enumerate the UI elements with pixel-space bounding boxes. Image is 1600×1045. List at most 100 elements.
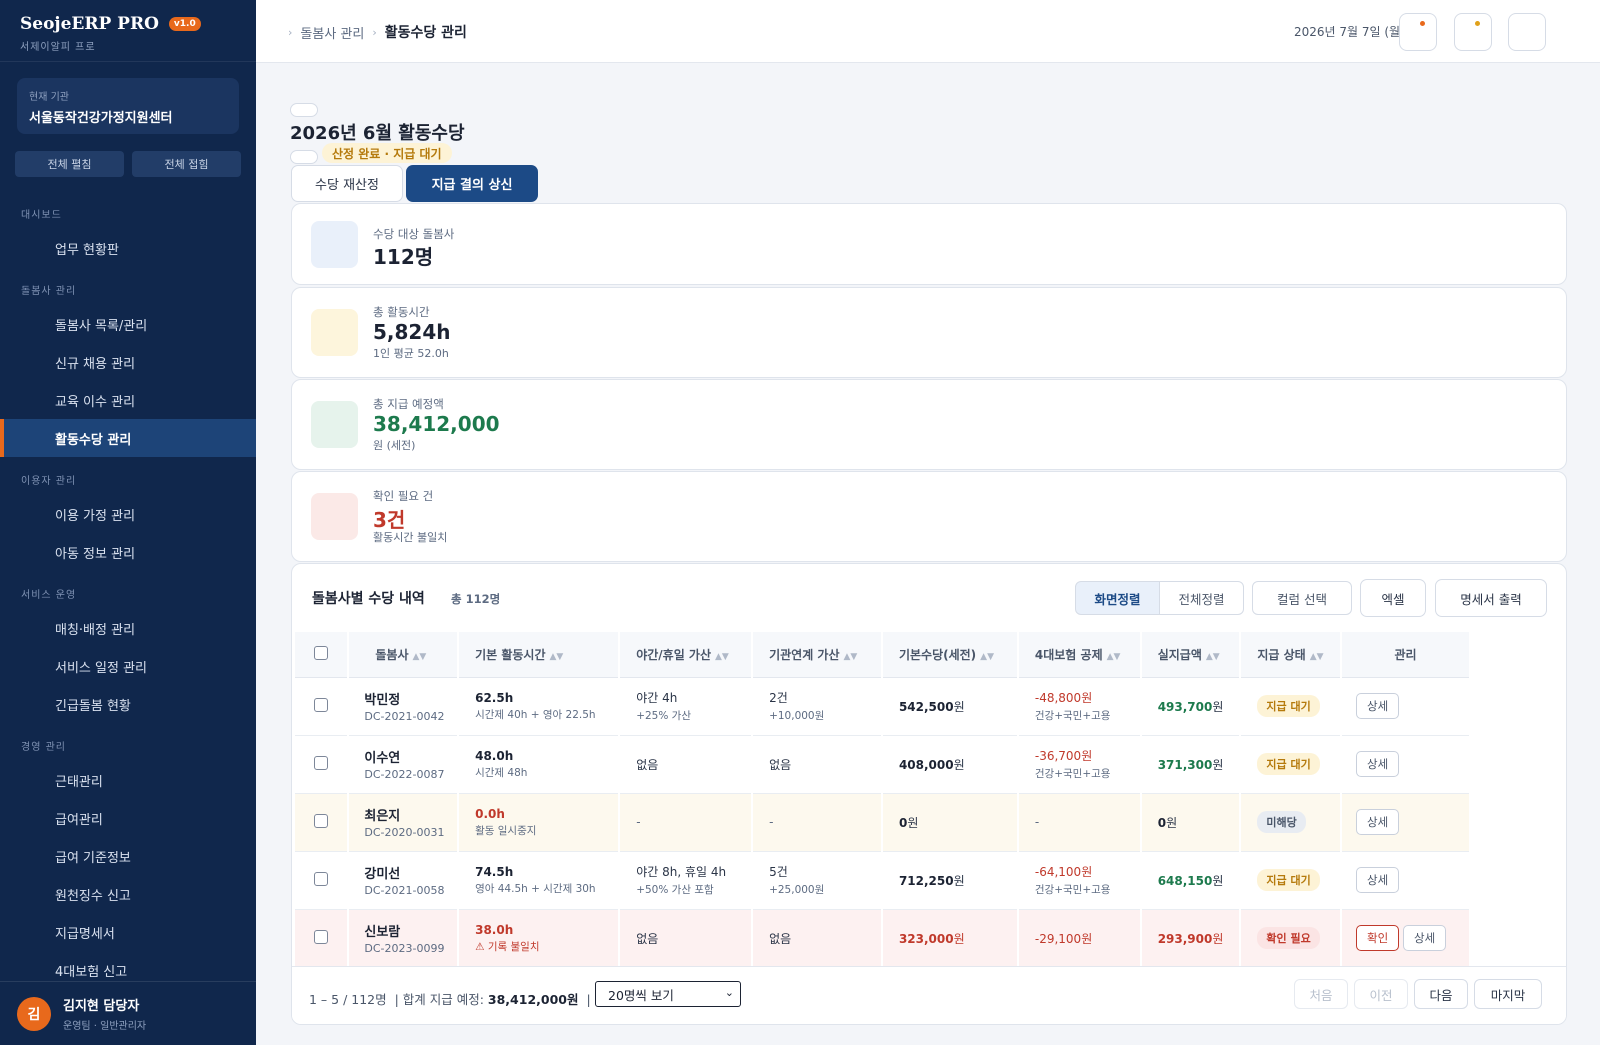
sidebar-item-training[interactable]: 교육 이수 관리 xyxy=(0,381,256,419)
row-checkbox[interactable] xyxy=(295,851,350,910)
stat-value: 112명 xyxy=(373,245,434,269)
caregiver-code: DC-2020-0031 xyxy=(364,826,445,839)
first-page-button[interactable]: 처음 xyxy=(1294,979,1348,1009)
detail-button[interactable]: 상세 xyxy=(1356,693,1400,719)
row-checkbox[interactable] xyxy=(295,909,350,968)
hours-value: 38.0h xyxy=(475,922,514,937)
row-checkbox[interactable] xyxy=(295,677,350,736)
stat-label: 총 지급 예정액 xyxy=(373,397,444,411)
sidebar-item-allowance[interactable]: 활동수당 관리 xyxy=(0,419,256,457)
chevron-down-icon: ⌄ xyxy=(724,986,734,999)
select-all-checkbox[interactable] xyxy=(295,632,350,678)
collapse-all-button[interactable]: 전체 접힘 xyxy=(132,151,241,177)
clock-icon xyxy=(311,309,358,356)
column-header[interactable]: 지급 상태 ▲▼ xyxy=(1240,632,1343,678)
nav-group-title: 대시보드 xyxy=(21,210,62,221)
caregiver-name: 강미선 xyxy=(364,867,401,882)
row-checkbox[interactable] xyxy=(295,735,350,794)
user-name: 김지현 담당자 xyxy=(63,999,140,1014)
confirm-button[interactable]: 확인 xyxy=(1356,925,1400,951)
message-icon[interactable] xyxy=(1454,13,1492,51)
sidebar: SeojeERP PRO v1.0 서제이알피 프로 현재 기관 서울동작건강가… xyxy=(0,0,256,1045)
net-pay: 0 xyxy=(1157,815,1167,830)
sidebar-item-emergency[interactable]: 긴급돌봄 현황 xyxy=(0,685,256,723)
next-page-button[interactable]: 다음 xyxy=(1414,979,1468,1009)
column-header[interactable]: 야간/휴일 가산 ▲▼ xyxy=(619,632,754,678)
recalculate-button[interactable]: 수당 재산정 xyxy=(291,165,403,202)
sort-all-button[interactable]: 전체정렬 xyxy=(1159,581,1244,615)
sort-icon: ▲▼ xyxy=(1205,651,1220,662)
sidebar-item-children[interactable]: 아동 정보 관리 xyxy=(0,533,256,571)
status-badge: 지급 대기 xyxy=(1257,869,1320,891)
sidebar-item-caregiver-list[interactable]: 돌봄사 목록/관리 xyxy=(0,305,256,343)
currency-unit: 원 xyxy=(1212,873,1224,888)
hours-value: 62.5h xyxy=(475,690,514,705)
table-row[interactable]: 신보람 DC-2023-0099 38.0h ⚠ 기록 불일치 없음 없음 323,… xyxy=(295,909,1471,968)
net-pay: 493,700 xyxy=(1157,699,1213,714)
stat-value: 38,412,000 xyxy=(373,412,500,436)
net-pay: 371,300 xyxy=(1157,757,1213,772)
detail-button[interactable]: 상세 xyxy=(1356,751,1400,777)
sidebar-item-schedule[interactable]: 서비스 일정 관리 xyxy=(0,647,256,685)
sidebar-item-recruitment[interactable]: 신규 채용 관리 xyxy=(0,343,256,381)
status-badge: 확인 필요 xyxy=(1257,927,1320,949)
currency-unit: 원 xyxy=(953,757,965,772)
column-header[interactable]: 돌봄사 ▲▼ xyxy=(348,632,460,678)
insurance-detail: 건강+국민+고용 xyxy=(1034,710,1111,722)
divider: | xyxy=(586,992,591,1007)
chevron-right-icon: › xyxy=(372,25,377,39)
toggle-pill[interactable] xyxy=(290,103,318,117)
breadcrumb-parent[interactable]: 돌봄사 관리 xyxy=(300,23,364,42)
table-row[interactable]: 박민정 DC-2021-0042 62.5h 시간제 40h + 영아 22.5h … xyxy=(295,677,1471,736)
currency-unit: 원 xyxy=(1212,757,1224,772)
column-header[interactable]: 기관연계 가산 ▲▼ xyxy=(752,632,883,678)
prev-page-button[interactable]: 이전 xyxy=(1354,979,1408,1009)
sidebar-item-payment-statement[interactable]: 지급명세서 xyxy=(0,913,256,951)
detail-button[interactable]: 상세 xyxy=(1403,925,1447,951)
sidebar-item-families[interactable]: 이용 가정 관리 xyxy=(0,495,256,533)
toggle-pill[interactable] xyxy=(290,150,318,164)
allowance-table-card: 돌봄사별 수당 내역 총 112명 화면정렬 전체정렬 컬럼 선택 엑셀 명세서… xyxy=(291,563,1567,1025)
link-bonus: - xyxy=(769,815,774,829)
org-selector[interactable]: 현재 기관 서울동작건강가정지원센터 xyxy=(17,78,239,134)
stat-sub: 1인 평균 52.0h xyxy=(373,347,449,360)
notification-icon[interactable] xyxy=(1399,13,1437,51)
stat-sub: 원 (세전) xyxy=(373,439,416,452)
table-row[interactable]: 강미선 DC-2021-0058 74.5h 영아 44.5h + 시간제 30h … xyxy=(295,851,1471,910)
last-page-button[interactable]: 마지막 xyxy=(1474,979,1542,1009)
row-checkbox[interactable] xyxy=(295,793,350,852)
hours-detail: 영아 44.5h + 시간제 30h xyxy=(475,882,596,895)
table-row[interactable]: 최은지 DC-2020-0031 0.0h 활동 일시중지 - - 0원 - 0원 … xyxy=(295,793,1471,852)
sidebar-item-withholding[interactable]: 원천징수 신고 xyxy=(0,875,256,913)
column-header[interactable]: 4대보험 공제 ▲▼ xyxy=(1017,632,1142,678)
sort-screen-button[interactable]: 화면정렬 xyxy=(1075,581,1160,615)
submit-payment-button[interactable]: 지급 결의 상신 xyxy=(406,165,538,202)
stat-label: 수당 대상 돌봄사 xyxy=(373,227,455,241)
per-page-select[interactable]: 20명씩 보기 ⌄ xyxy=(595,981,741,1007)
caregiver-code: DC-2023-0099 xyxy=(364,942,445,955)
sidebar-item-attendance[interactable]: 근태관리 xyxy=(0,761,256,799)
expand-all-button[interactable]: 전체 펼침 xyxy=(15,151,124,177)
brand: SeojeERP PRO v1.0 서제이알피 프로 xyxy=(0,0,256,62)
nav-group-title: 서비스 운영 xyxy=(21,590,77,601)
user-profile[interactable]: 김 김지현 담당자 운영팀 · 일반관리자 xyxy=(0,981,256,1045)
detail-button[interactable]: 상세 xyxy=(1356,867,1400,893)
sidebar-item-matching[interactable]: 매칭·배정 관리 xyxy=(0,609,256,647)
print-statement-button[interactable]: 명세서 출력 xyxy=(1435,579,1547,617)
column-header[interactable]: 기본수당(세전) ▲▼ xyxy=(881,632,1019,678)
sidebar-item-payroll-standards[interactable]: 급여 기준정보 xyxy=(0,837,256,875)
table-row[interactable]: 이수연 DC-2022-0087 48.0h 시간제 48h 없음 없음 408,0… xyxy=(295,735,1471,794)
excel-button[interactable]: 엑셀 xyxy=(1360,579,1426,617)
insurance-deduction: -29,100원 xyxy=(1034,931,1093,946)
sort-icon: ▲▼ xyxy=(412,651,427,662)
sort-icon: ▲▼ xyxy=(1309,651,1324,662)
sidebar-item-payroll[interactable]: 급여관리 xyxy=(0,799,256,837)
column-header[interactable]: 기본 활동시간 ▲▼ xyxy=(458,632,621,678)
sidebar-item-dashboard[interactable]: 업무 현황판 xyxy=(0,229,256,267)
sort-icon: ▲▼ xyxy=(843,651,858,662)
column-header[interactable]: 실지급액 ▲▼ xyxy=(1140,632,1242,678)
hours-value: 0.0h xyxy=(475,806,505,821)
column-select-button[interactable]: 컬럼 선택 xyxy=(1252,581,1352,615)
settings-icon[interactable] xyxy=(1508,13,1546,51)
detail-button[interactable]: 상세 xyxy=(1356,809,1400,835)
